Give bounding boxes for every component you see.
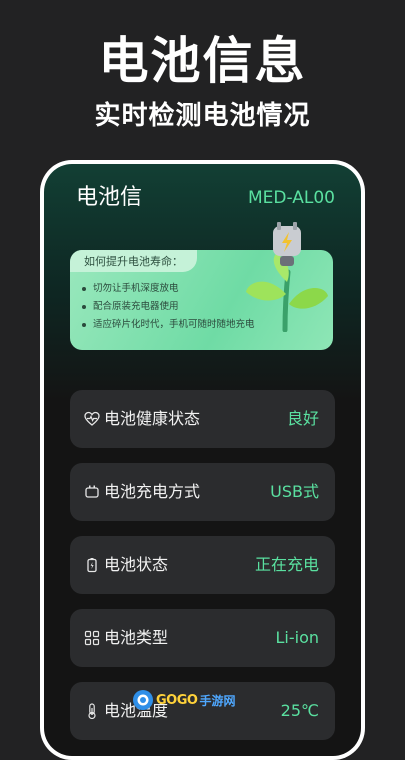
tips-item: 适应碎片化时代，手机可随时随地充电 bbox=[82, 316, 255, 334]
battery-health-row[interactable]: 电池健康状态 良好 bbox=[70, 390, 335, 448]
tips-title-tag: 如何提升电池寿命： bbox=[70, 250, 197, 272]
tips-item: 配合原装充电器使用 bbox=[82, 298, 255, 316]
bullet-icon bbox=[82, 287, 86, 291]
device-model: MED-AL00 bbox=[248, 188, 335, 208]
thermometer-icon bbox=[88, 703, 96, 719]
row-value: Li-ion bbox=[275, 628, 319, 647]
watermark-text: 手游网 bbox=[199, 693, 236, 708]
row-value: USB式 bbox=[270, 482, 319, 501]
tips-item-text: 配合原装充电器使用 bbox=[93, 301, 179, 312]
app-title: 电池信 bbox=[76, 185, 143, 210]
phone-frame: 电池信 MED-AL00 如何提升电池寿命： 切勿让手机深度放电 配合原装充电器… bbox=[40, 160, 365, 760]
row-label: 电池状态 bbox=[104, 555, 169, 574]
battery-type-row[interactable]: 电池类型 Li-ion bbox=[70, 609, 335, 667]
watermark-logo-icon bbox=[133, 690, 153, 710]
charger-icon bbox=[85, 485, 99, 498]
tips-title: 如何提升电池寿命： bbox=[84, 255, 183, 268]
app-screen: 电池信 MED-AL00 如何提升电池寿命： 切勿让手机深度放电 配合原装充电器… bbox=[44, 164, 361, 756]
tips-item-text: 适应碎片化时代，手机可随时随地充电 bbox=[93, 319, 255, 330]
row-label: 电池健康状态 bbox=[104, 409, 201, 428]
row-label: 电池充电方式 bbox=[104, 482, 201, 501]
battery-icon bbox=[87, 558, 97, 573]
row-value: 25℃ bbox=[280, 701, 319, 720]
site-watermark: GOGO 手游网 bbox=[132, 688, 235, 712]
bullet-icon bbox=[82, 305, 86, 309]
battery-status-row[interactable]: 电池状态 正在充电 bbox=[70, 536, 335, 594]
tips-list: 切勿让手机深度放电 配合原装充电器使用 适应碎片化时代，手机可随时随地充电 bbox=[82, 280, 255, 334]
heart-pulse-icon bbox=[84, 411, 100, 426]
bullet-icon bbox=[82, 323, 86, 327]
charging-method-row[interactable]: 电池充电方式 USB式 bbox=[70, 463, 335, 521]
watermark-brand: GOGO bbox=[156, 692, 198, 708]
tips-item-text: 切勿让手机深度放电 bbox=[93, 283, 179, 294]
row-value: 正在充电 bbox=[254, 555, 319, 574]
plant-plug-icon bbox=[246, 222, 328, 332]
tips-item: 切勿让手机深度放电 bbox=[82, 280, 255, 298]
promo-title: 电池信息 bbox=[98, 32, 307, 90]
promo-subtitle: 实时检测电池情况 bbox=[94, 101, 311, 131]
row-value: 良好 bbox=[286, 409, 319, 428]
grid-icon bbox=[84, 630, 100, 646]
row-label: 电池类型 bbox=[104, 628, 169, 647]
